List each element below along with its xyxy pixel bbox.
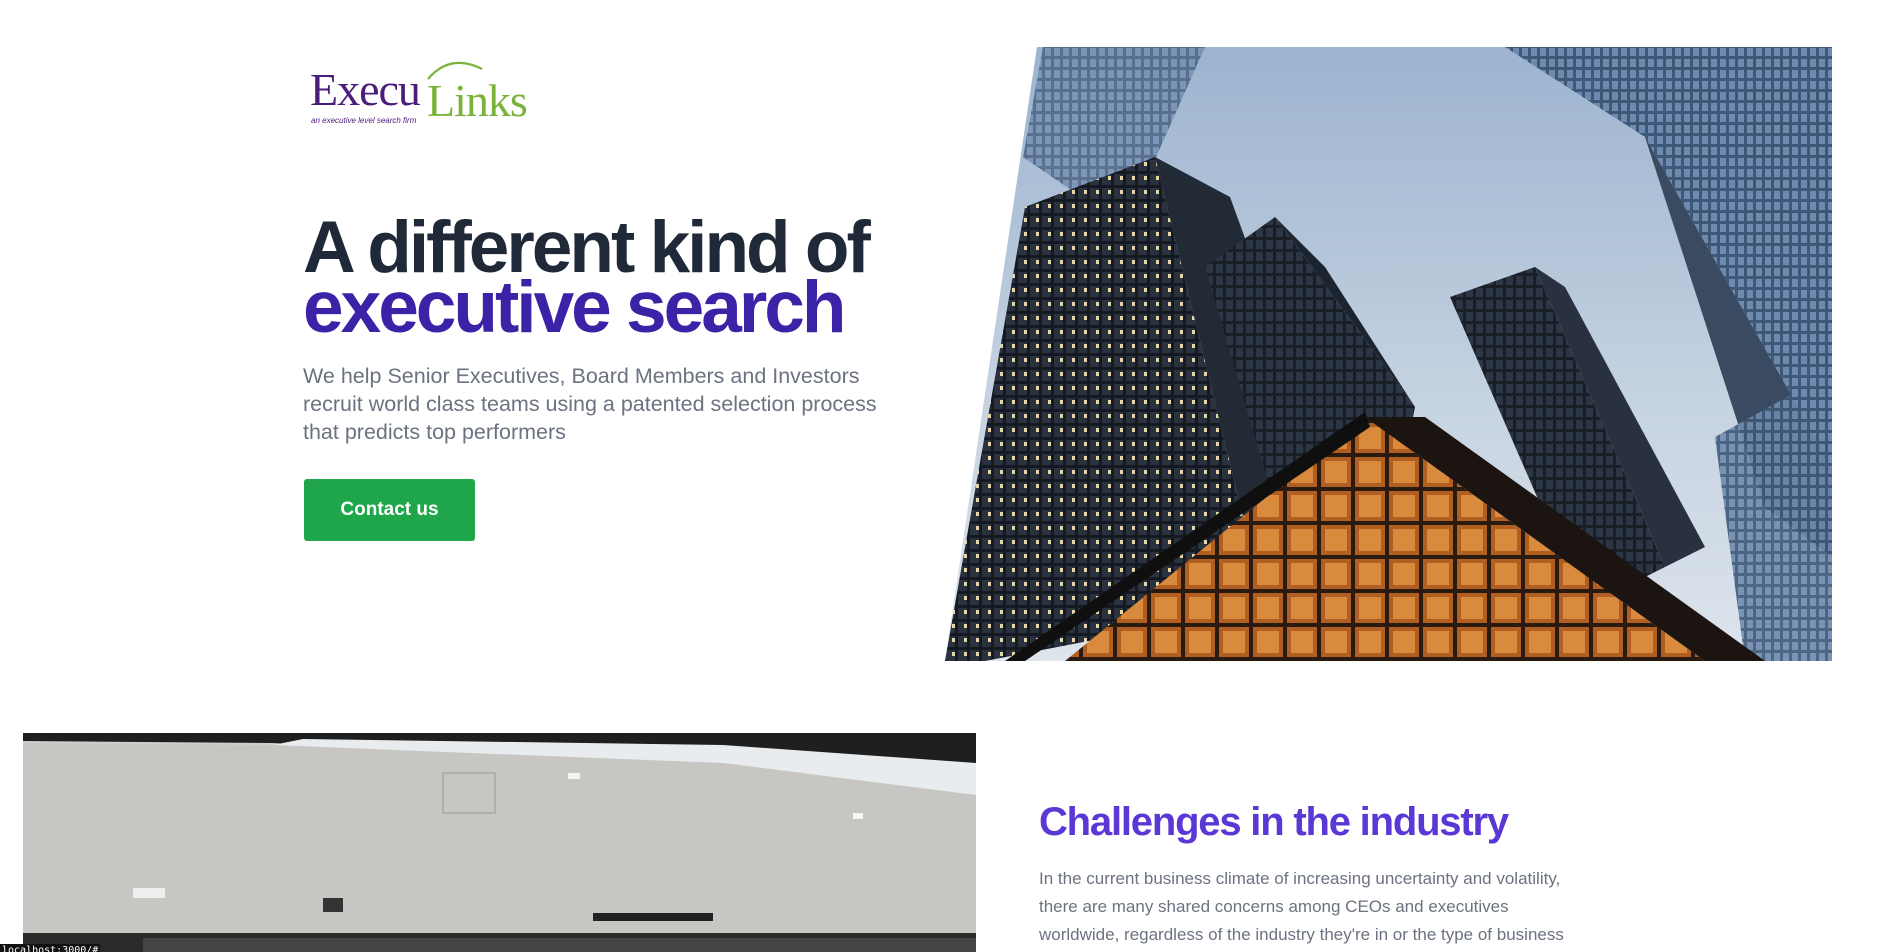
hero-section: Execu Links an executive level search fi… [0, 0, 1895, 700]
hero-heading: A different kind of executive search [303, 211, 943, 344]
logo-wordmark-links: Links [427, 75, 527, 126]
link-status-tooltip: localhost:3000/# [0, 944, 100, 952]
logo-tagline: an executive level search firm [311, 116, 417, 125]
challenges-heading: Challenges in the industry [1039, 800, 1509, 844]
skyscrapers-photo [945, 47, 1832, 661]
office-interior-photo [23, 733, 976, 952]
contact-us-button[interactable]: Contact us [304, 479, 475, 541]
hero-subtitle: We help Senior Executives, Board Members… [303, 364, 877, 444]
execulinks-logo[interactable]: Execu Links an executive level search fi… [310, 55, 546, 127]
challenges-body-text: In the current business climate of incre… [1039, 869, 1564, 944]
logo-wordmark-execu: Execu [310, 64, 421, 115]
